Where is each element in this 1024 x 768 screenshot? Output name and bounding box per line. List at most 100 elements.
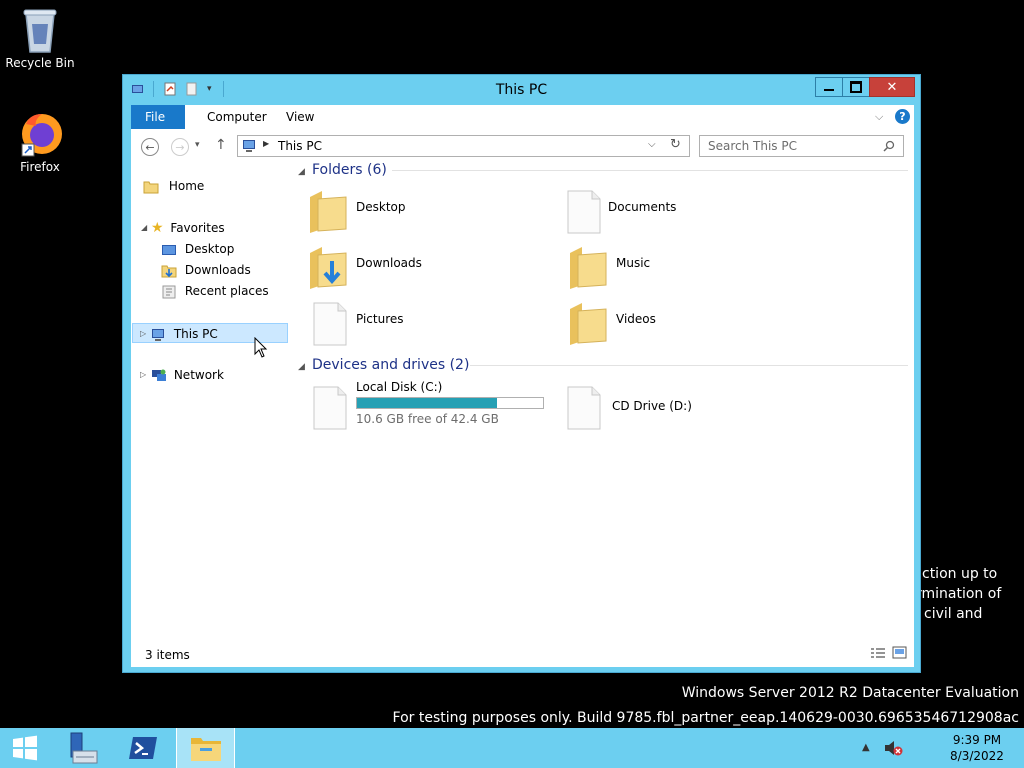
- folder-label-music: Music: [616, 256, 651, 270]
- recent-places-icon: [162, 285, 176, 298]
- refresh-icon[interactable]: ↻: [670, 137, 681, 152]
- start-button[interactable]: [0, 728, 50, 768]
- folder-label-downloads: Downloads: [356, 256, 422, 270]
- folder-tile-pictures[interactable]: Pictures: [312, 301, 546, 351]
- navigation-pane: Home ◢ ★ Favorites Desktop Downloads Rec…: [131, 165, 296, 637]
- collapse-devices-icon[interactable]: ◢: [298, 362, 305, 372]
- desktop-background-text-3: civil and: [924, 606, 983, 622]
- nav-label-downloads: Downloads: [184, 263, 251, 277]
- collapse-folders-icon[interactable]: ◢: [298, 167, 305, 177]
- desktop-icon-firefox[interactable]: Firefox: [0, 110, 80, 174]
- search-icon[interactable]: [883, 140, 895, 152]
- folder-tile-downloads[interactable]: Downloads: [306, 245, 546, 295]
- nav-item-home[interactable]: Home: [143, 176, 204, 196]
- drive-free-space: 10.6 GB free of 42.4 GB: [356, 412, 499, 426]
- address-bar[interactable]: ▶ This PC ⌵ ↻: [237, 135, 690, 157]
- desktop-icon-recycle-bin[interactable]: Recycle Bin: [0, 6, 80, 70]
- expand-network-icon[interactable]: ▷: [140, 365, 146, 385]
- details-view-icon[interactable]: [870, 647, 886, 659]
- main-pane: ◢ Folders (6) Desktop Documents Download…: [296, 162, 914, 637]
- server-manager-icon: [70, 732, 98, 764]
- this-pc-icon: [243, 140, 255, 152]
- watermark-edition: Windows Server 2012 R2 Datacenter Evalua…: [681, 685, 1019, 701]
- server-manager-button[interactable]: [56, 728, 106, 768]
- drive-label-local-disk: Local Disk (C:): [356, 380, 443, 394]
- back-arrow-icon: ←: [145, 140, 155, 154]
- powershell-button[interactable]: [118, 728, 168, 768]
- back-button[interactable]: ←: [141, 138, 159, 156]
- nav-item-network[interactable]: ▷ Network: [132, 365, 288, 385]
- nav-label-network: Network: [173, 368, 224, 382]
- firefox-icon: [21, 114, 62, 157]
- title-bar[interactable]: ▾ This PC ✕: [123, 75, 920, 105]
- drive-tile-local-disk[interactable]: Local Disk (C:) 10.6 GB free of 42.4 GB: [312, 380, 552, 437]
- search-box[interactable]: Search This PC: [699, 135, 904, 157]
- tab-computer[interactable]: Computer: [193, 105, 281, 129]
- folders-divider: [392, 170, 908, 171]
- show-hidden-icons-button[interactable]: ▲: [862, 742, 870, 753]
- drive-tile-cd-drive[interactable]: CD Drive (D:): [566, 385, 806, 437]
- document-icon: [567, 190, 601, 234]
- breadcrumb-this-pc[interactable]: This PC: [278, 139, 322, 153]
- help-icon[interactable]: ?: [895, 109, 910, 124]
- up-arrow-icon[interactable]: ↑: [215, 137, 227, 153]
- devices-header[interactable]: Devices and drives (2): [312, 357, 469, 373]
- folder-label-desktop: Desktop: [356, 200, 406, 214]
- clock[interactable]: 9:39 PM 8/3/2022: [936, 732, 1018, 764]
- watermark-build: For testing purposes only. Build 9785.fb…: [392, 710, 1019, 726]
- drive-icon: [313, 386, 347, 430]
- explorer-window[interactable]: ▾ This PC ✕ File Computer View ⌵ ? ← → ▾…: [122, 74, 921, 673]
- maximize-button[interactable]: [842, 77, 870, 97]
- item-count: 3 items: [145, 648, 190, 662]
- cd-drive-icon: [567, 386, 601, 430]
- folder-tile-music[interactable]: Music: [566, 245, 806, 295]
- desktop-background-text-2: rmination of: [916, 586, 1002, 602]
- nav-item-downloads[interactable]: Downloads: [161, 260, 251, 280]
- minimize-icon: [824, 89, 834, 91]
- tab-view[interactable]: View: [272, 105, 328, 129]
- folder-label-pictures: Pictures: [356, 312, 404, 326]
- large-icons-view-icon[interactable]: [892, 646, 907, 659]
- file-explorer-icon: [190, 738, 221, 761]
- nav-item-favorites[interactable]: ★ Favorites: [151, 218, 225, 238]
- speaker-muted-icon[interactable]: [884, 740, 904, 756]
- minimize-button[interactable]: [815, 77, 843, 97]
- nav-item-desktop[interactable]: Desktop: [161, 239, 234, 259]
- address-dropdown-icon[interactable]: ⌵: [648, 139, 656, 150]
- folder-icon: [570, 303, 607, 345]
- breadcrumb-separator-icon[interactable]: ▶: [263, 139, 269, 148]
- folder-tile-videos[interactable]: Videos: [566, 301, 806, 351]
- close-icon: ✕: [886, 79, 898, 95]
- collapse-favorites-icon[interactable]: ◢: [141, 223, 147, 232]
- nav-label-this-pc: This PC: [173, 327, 218, 341]
- recycle-bin-label: Recycle Bin: [5, 56, 75, 70]
- forward-button[interactable]: →: [171, 138, 189, 156]
- downloads-folder-icon: [310, 247, 347, 289]
- ribbon: File Computer View ⌵ ?: [131, 105, 914, 129]
- drive-label-cd-drive: CD Drive (D:): [612, 399, 692, 413]
- clock-date: 8/3/2022: [950, 749, 1004, 763]
- status-bar: 3 items: [131, 637, 914, 667]
- recycle-bin-icon: [23, 9, 57, 53]
- tab-file[interactable]: File: [131, 105, 185, 129]
- close-button[interactable]: ✕: [869, 77, 915, 97]
- maximize-icon: [850, 81, 862, 93]
- network-icon: [152, 369, 166, 381]
- folder-tile-desktop[interactable]: Desktop: [306, 189, 546, 239]
- search-placeholder: Search This PC: [708, 139, 797, 153]
- nav-label-recent-places: Recent places: [184, 284, 269, 298]
- firefox-label: Firefox: [20, 160, 60, 174]
- desktop-background-text-1: ction up to: [922, 566, 998, 582]
- document-icon: [313, 302, 347, 346]
- file-explorer-taskbar-button[interactable]: [176, 728, 235, 768]
- nav-item-recent-places[interactable]: Recent places: [161, 281, 269, 301]
- downloads-icon: [161, 265, 177, 277]
- window-title: This PC: [495, 82, 548, 98]
- expand-this-pc-icon[interactable]: ▷: [140, 324, 146, 344]
- folder-tile-documents[interactable]: Documents: [566, 189, 806, 239]
- expand-ribbon-icon[interactable]: ⌵: [875, 110, 883, 124]
- home-folder-icon: [143, 181, 159, 193]
- recent-locations-icon[interactable]: ▾: [195, 140, 200, 150]
- drive-usage-fill: [357, 398, 497, 408]
- folders-header[interactable]: Folders (6): [312, 162, 387, 178]
